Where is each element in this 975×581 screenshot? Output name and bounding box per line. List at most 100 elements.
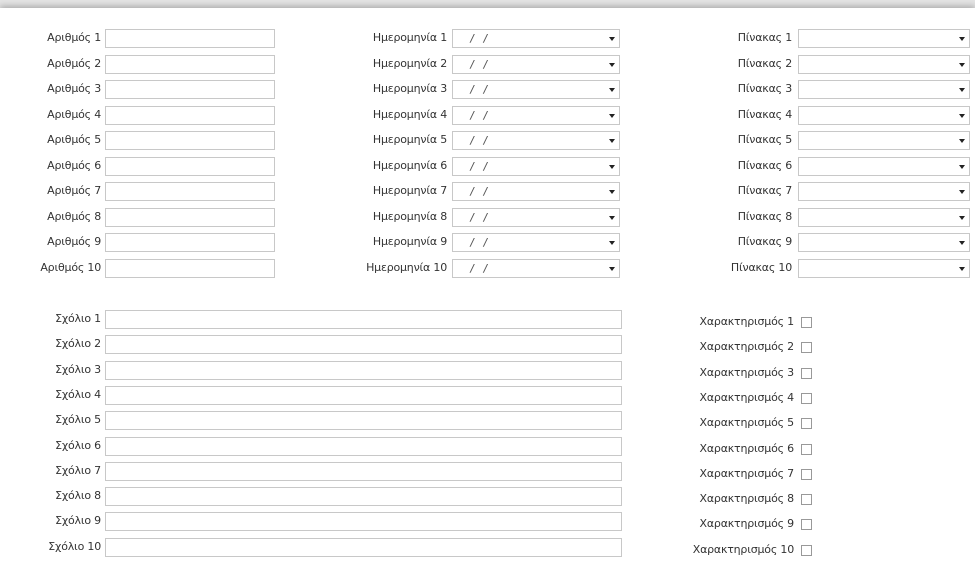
comment-input-10[interactable] bbox=[105, 538, 622, 557]
table-select-2[interactable] bbox=[798, 55, 970, 74]
number-input-1[interactable] bbox=[105, 29, 275, 48]
comment-input-3[interactable] bbox=[105, 361, 622, 380]
comment-input-7[interactable] bbox=[105, 462, 622, 481]
flag-checkbox-5[interactable] bbox=[801, 418, 812, 429]
chevron-down-icon[interactable] bbox=[954, 81, 969, 98]
date-picker-8[interactable]: / / bbox=[452, 208, 620, 227]
table-label-3: Πίνακας 3 bbox=[737, 82, 792, 95]
table-select-1[interactable] bbox=[798, 29, 970, 48]
chevron-down-icon[interactable] bbox=[604, 81, 619, 98]
comment-input-1[interactable] bbox=[105, 310, 622, 329]
flag-checkbox-6[interactable] bbox=[801, 444, 812, 455]
number-input-10[interactable] bbox=[105, 259, 275, 278]
date-value: / / bbox=[469, 109, 489, 122]
chevron-down-icon[interactable] bbox=[954, 183, 969, 200]
date-label-5: Ημερομηνία 5 bbox=[372, 133, 447, 146]
chevron-down-icon[interactable] bbox=[604, 234, 619, 251]
comment-input-2[interactable] bbox=[105, 335, 622, 354]
date-picker-5[interactable]: / / bbox=[452, 131, 620, 150]
table-label-8: Πίνακας 8 bbox=[737, 210, 792, 223]
table-label-7: Πίνακας 7 bbox=[737, 184, 792, 197]
chevron-down-icon[interactable] bbox=[954, 30, 969, 47]
flag-checkbox-10[interactable] bbox=[801, 545, 812, 556]
chevron-down-icon[interactable] bbox=[954, 107, 969, 124]
chevron-down-icon[interactable] bbox=[604, 260, 619, 277]
date-label-4: Ημερομηνία 4 bbox=[372, 108, 447, 121]
date-picker-6[interactable]: / / bbox=[452, 157, 620, 176]
chevron-down-icon[interactable] bbox=[604, 30, 619, 47]
date-picker-3[interactable]: / / bbox=[452, 80, 620, 99]
comment-label-1: Σχόλιο 1 bbox=[55, 312, 101, 325]
chevron-down-icon[interactable] bbox=[604, 183, 619, 200]
flag-checkbox-1[interactable] bbox=[801, 317, 812, 328]
comment-label-7: Σχόλιο 7 bbox=[55, 464, 101, 477]
table-select-4[interactable] bbox=[798, 106, 970, 125]
number-input-2[interactable] bbox=[105, 55, 275, 74]
table-select-6[interactable] bbox=[798, 157, 970, 176]
number-label-8: Αριθμός 8 bbox=[47, 210, 101, 223]
number-input-7[interactable] bbox=[105, 182, 275, 201]
comment-label-9: Σχόλιο 9 bbox=[55, 514, 101, 527]
number-label-4: Αριθμός 4 bbox=[47, 108, 101, 121]
date-label-8: Ημερομηνία 8 bbox=[372, 210, 447, 223]
number-label-5: Αριθμός 5 bbox=[47, 133, 101, 146]
date-picker-7[interactable]: / / bbox=[452, 182, 620, 201]
date-value: / / bbox=[469, 58, 489, 71]
date-value: / / bbox=[469, 236, 489, 249]
flag-checkbox-4[interactable] bbox=[801, 393, 812, 404]
comment-input-8[interactable] bbox=[105, 487, 622, 506]
chevron-down-icon[interactable] bbox=[954, 209, 969, 226]
chevron-down-icon[interactable] bbox=[604, 107, 619, 124]
flag-checkbox-2[interactable] bbox=[801, 342, 812, 353]
number-label-3: Αριθμός 3 bbox=[47, 82, 101, 95]
table-select-10[interactable] bbox=[798, 259, 970, 278]
date-value: / / bbox=[469, 160, 489, 173]
chevron-down-icon[interactable] bbox=[954, 132, 969, 149]
date-picker-2[interactable]: / / bbox=[452, 55, 620, 74]
flag-checkbox-9[interactable] bbox=[801, 519, 812, 530]
number-input-5[interactable] bbox=[105, 131, 275, 150]
date-picker-4[interactable]: / / bbox=[452, 106, 620, 125]
flag-checkbox-8[interactable] bbox=[801, 494, 812, 505]
table-label-2: Πίνακας 2 bbox=[737, 57, 792, 70]
number-input-8[interactable] bbox=[105, 208, 275, 227]
chevron-down-icon[interactable] bbox=[954, 234, 969, 251]
table-select-7[interactable] bbox=[798, 182, 970, 201]
date-picker-9[interactable]: / / bbox=[452, 233, 620, 252]
comment-input-5[interactable] bbox=[105, 411, 622, 430]
table-label-6: Πίνακας 6 bbox=[737, 159, 792, 172]
number-input-9[interactable] bbox=[105, 233, 275, 252]
date-value: / / bbox=[469, 185, 489, 198]
flag-label-7: Χαρακτηρισμός 7 bbox=[699, 467, 795, 480]
date-picker-1[interactable]: / / bbox=[452, 29, 620, 48]
chevron-down-icon[interactable] bbox=[954, 56, 969, 73]
chevron-down-icon[interactable] bbox=[604, 158, 619, 175]
flag-label-1: Χαρακτηρισμός 1 bbox=[699, 315, 795, 328]
date-label-1: Ημερομηνία 1 bbox=[372, 31, 447, 44]
number-input-4[interactable] bbox=[105, 106, 275, 125]
chevron-down-icon[interactable] bbox=[954, 158, 969, 175]
form-panel: Αριθμός 1 Ημερομηνία 1 / / Πίνακας 1 Αριθμός… bbox=[0, 8, 975, 581]
table-select-5[interactable] bbox=[798, 131, 970, 150]
chevron-down-icon[interactable] bbox=[604, 209, 619, 226]
date-label-3: Ημερομηνία 3 bbox=[372, 82, 447, 95]
comment-input-6[interactable] bbox=[105, 437, 622, 456]
chevron-down-icon[interactable] bbox=[604, 56, 619, 73]
flag-label-5: Χαρακτηρισμός 5 bbox=[699, 416, 795, 429]
flag-checkbox-7[interactable] bbox=[801, 469, 812, 480]
table-label-9: Πίνακας 9 bbox=[737, 235, 792, 248]
table-select-3[interactable] bbox=[798, 80, 970, 99]
date-value: / / bbox=[469, 83, 489, 96]
table-label-4: Πίνακας 4 bbox=[737, 108, 792, 121]
comment-input-4[interactable] bbox=[105, 386, 622, 405]
comment-input-9[interactable] bbox=[105, 512, 622, 531]
number-input-3[interactable] bbox=[105, 80, 275, 99]
flag-checkbox-3[interactable] bbox=[801, 368, 812, 379]
chevron-down-icon[interactable] bbox=[954, 260, 969, 277]
table-select-8[interactable] bbox=[798, 208, 970, 227]
chevron-down-icon[interactable] bbox=[604, 132, 619, 149]
table-select-9[interactable] bbox=[798, 233, 970, 252]
comment-label-3: Σχόλιο 3 bbox=[55, 363, 101, 376]
date-picker-10[interactable]: / / bbox=[452, 259, 620, 278]
number-input-6[interactable] bbox=[105, 157, 275, 176]
